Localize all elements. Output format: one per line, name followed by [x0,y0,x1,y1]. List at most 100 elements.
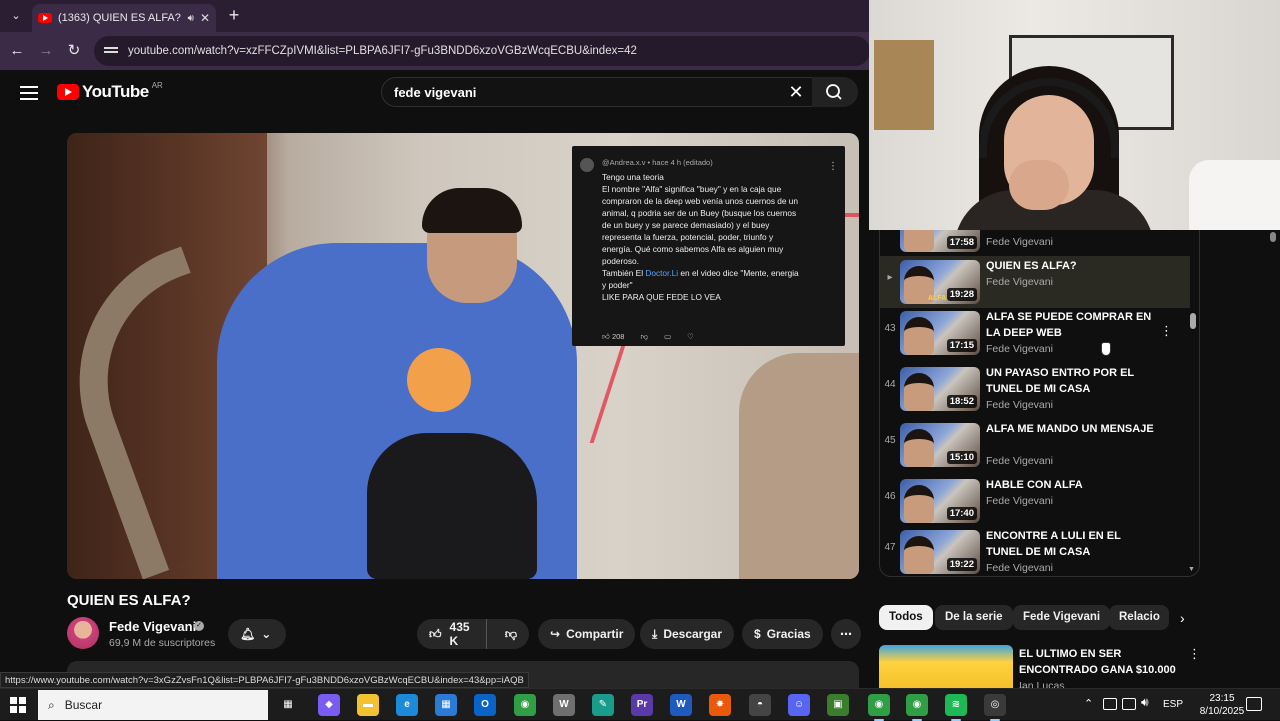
site-info-icon[interactable] [104,45,118,57]
network-icon[interactable] [1122,698,1136,710]
copilot-icon[interactable]: ◆ [318,694,340,716]
youtube-logo[interactable]: YouTube AR [57,81,163,102]
share-button[interactable]: ↪ Compartir [538,619,636,649]
tab-search-button[interactable]: ⌄ [6,6,26,26]
spotify-icon[interactable]: ≋ [945,694,967,721]
playlist-item[interactable]: 44 18:52 UN PAYASO ENTRO POR EL TUNEL DE… [880,363,1190,415]
chip-relacionados[interactable]: Relacio [1109,605,1169,630]
outlook-icon[interactable]: O [474,694,496,716]
playlist-channel: Fede Vigevani [986,562,1053,574]
playlist-item[interactable]: 45 15:10 ALFA ME MANDO UN MENSAJE Fede V… [880,419,1190,471]
browser-toolbar: ← → ↻ youtube.com/watch?v=xzFFCZpIVMI&li… [0,32,870,70]
more-actions-button[interactable]: ⋯ [831,619,861,649]
active-tab[interactable]: (1363) QUIEN ES ALFA? - Yo 🔊︎ ✕ [32,4,216,32]
chrome-icon-2[interactable]: ◉ [906,694,928,721]
forward-button[interactable]: → [35,40,57,62]
recommended-thumbnail[interactable] [879,645,1013,688]
comment-line: animal, q podria ser de un Buey (busque … [602,207,797,218]
playlist-channel: Fede Vigevani [986,343,1053,355]
thanks-label: Gracias [766,627,811,641]
search-input[interactable]: fede vigevani [381,77,813,107]
playlist-scrollbar[interactable] [1190,313,1196,329]
chevron-down-icon: ⌄ [261,627,272,641]
new-tab-button[interactable]: + [224,6,244,26]
chip-de-la-serie[interactable]: De la serie [935,605,1013,630]
comment-text: en el video dice "Mente, energia [678,268,799,278]
tray-app-icon[interactable] [1103,698,1117,710]
word-icon[interactable]: W [670,694,692,716]
edge-icon[interactable]: e [396,694,418,716]
playlist-item[interactable]: 43 17:15 ALFA SE PUEDE COMPRAR EN LA DEE… [880,307,1190,359]
thumbs-up-icon: 👍︎ [429,626,442,641]
comment-like: 👍︎ 208 [602,332,624,343]
language-indicator[interactable]: ESP [1163,699,1183,710]
speaker-icon[interactable]: 🔊︎ [188,13,194,24]
like-dislike-group: 👍︎ 435 K 👎︎ [417,619,529,649]
comment-line: poderoso. [602,255,639,266]
search-button[interactable] [812,77,858,107]
volume-icon[interactable]: 🔊︎ [1141,695,1149,710]
chrome-icon[interactable]: ◉ [514,694,536,716]
chip-todos[interactable]: Todos [879,605,933,630]
more-horiz-icon: ⋯ [840,627,852,641]
scroll-down-icon[interactable]: ▼ [1188,566,1195,573]
youtube-wordmark: YouTube [82,82,149,101]
task-view-icon[interactable]: ▦ [277,694,299,716]
clear-search-icon[interactable]: ✕ [786,82,806,102]
chevron-up-icon[interactable]: ⌃ [1084,697,1093,710]
address-bar[interactable]: youtube.com/watch?v=xzFFCZpIVMI&list=PLB… [94,36,870,66]
more-vert-icon[interactable]: ⋮ [1160,323,1173,339]
store-icon[interactable]: ▦ [435,694,457,716]
thumbs-down-icon: 👎︎ [504,626,517,641]
thanks-button[interactable]: $ Gracias [742,619,823,649]
back-button[interactable]: ← [6,40,28,62]
chrome-profile-icon[interactable]: ◉ [868,694,890,721]
notification-icon[interactable] [1246,697,1262,711]
tab-strip: ⌄ (1363) QUIEN ES ALFA? - Yo 🔊︎ ✕ + [0,0,870,32]
chevron-right-icon[interactable]: › [1180,610,1185,626]
reload-button[interactable]: ↻ [63,40,85,62]
channel-name[interactable]: Fede Vigevani [109,619,196,634]
subscriber-count: 69,9 M de suscriptores [109,637,216,649]
download-icon: ⤓ [652,626,658,641]
like-button[interactable]: 👍︎ 435 K [417,619,487,649]
close-tab-icon[interactable]: ✕ [200,11,210,25]
file-explorer-icon[interactable]: ▬ [357,694,379,716]
video-player[interactable]: ⋮ @Andrea.x.v • hace 4 h (editado) Tengo… [67,133,859,579]
playlist-index: 43 [884,323,896,334]
playlist-item[interactable]: 47 19:22 ENCONTRE A LULI EN EL TUNEL DE … [880,526,1190,576]
download-label: Descargar [663,627,723,641]
notes-icon[interactable]: ✎ [592,694,614,716]
playlist-item-current[interactable]: ▸ ALFA 19:28 QUIEN ES ALFA? Fede Vigevani [880,256,1190,308]
minecraft-icon[interactable]: ▣ [827,694,849,716]
more-vert-icon[interactable]: ⋮ [1188,646,1201,662]
chip-fede-vigevani[interactable]: Fede Vigevani [1013,605,1111,630]
windows-start-icon[interactable] [10,697,26,713]
taskbar-search-box[interactable]: ⌕ Buscar [38,690,268,720]
tab-title: (1363) QUIEN ES ALFA? - Yo [58,12,182,24]
playlist-item[interactable]: 17:58 Fede Vigevani [880,230,1190,256]
clock[interactable]: 23:15 8/10/2025 [1196,692,1248,718]
verified-icon: ✓ [194,621,204,631]
playlist-item[interactable]: 46 17:40 HABLE CON ALFA Fede Vigevani [880,475,1190,527]
playlist-channel: Fede Vigevani [986,276,1053,288]
playlist-thumbnail: ALFA 19:28 [900,260,980,304]
premiere-icon[interactable]: Pr [631,694,653,716]
dislike-button[interactable]: 👎︎ [493,627,529,642]
paint-icon[interactable]: ✸ [709,694,731,716]
search-icon: ⌕ [48,697,55,712]
obs-icon[interactable]: ◎ [984,694,1006,721]
channel-avatar[interactable] [67,617,99,649]
menu-icon[interactable] [20,86,38,100]
discord-icon[interactable]: ☺ [788,694,810,716]
video-duration: 18:52 [946,395,977,408]
mouse-pointer-icon [1101,342,1111,356]
thumbs-down-icon: 👎︎ [640,332,649,341]
more-vert-icon: ⋮ [828,161,838,172]
download-button[interactable]: ⤓ Descargar [640,619,735,649]
playlist-title: ALFA ME MANDO UN MENSAJE [986,423,1154,435]
subscription-bell-button[interactable]: 🔔︎ ⌄ [228,619,286,649]
pokeball-icon[interactable]: ◓ [749,694,771,716]
wordpad-icon[interactable]: W [553,694,575,716]
page-scrollbar[interactable] [1270,232,1276,242]
